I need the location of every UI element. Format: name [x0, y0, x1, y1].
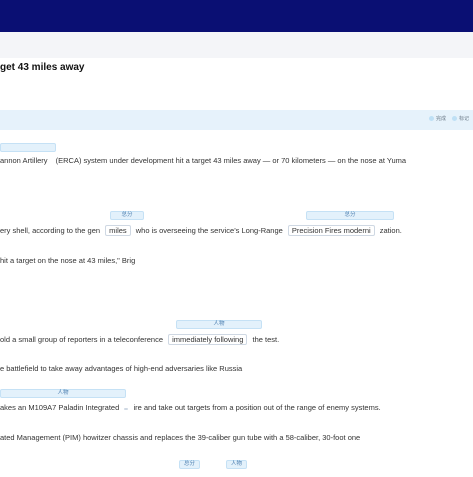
top-navigation-bar: [0, 0, 473, 32]
legend-dot-icon: [451, 116, 457, 121]
footer-tags: 总分 人物: [179, 460, 248, 469]
article-title: get 43 miles away: [0, 62, 85, 73]
legend-label: 完成: [435, 116, 446, 122]
highlight-box[interactable]: [124, 408, 129, 410]
content-line: old a small group of reporters in a tele…: [0, 334, 280, 345]
content-line: akes an M109A7 Paladin Integrated ire an…: [0, 403, 381, 412]
legend-item-mark[interactable]: 标记: [451, 115, 469, 122]
highlight-box[interactable]: Precision Fires moderni: [287, 225, 375, 236]
legend-dot-icon: [428, 116, 434, 121]
highlight-box[interactable]: miles: [105, 225, 131, 236]
annotation-tag[interactable]: 人物: [176, 320, 262, 329]
highlight-box[interactable]: immediately following: [168, 334, 248, 345]
legend: 完成 标记: [428, 115, 469, 122]
annotation-tag[interactable]: 总分: [110, 211, 144, 220]
content-line: ery shell, according to the gen miles wh…: [0, 225, 402, 236]
content-line: ated Management (PIM) howitzer chassis a…: [0, 433, 361, 442]
content-line: hit a target on the nose at 43 miles," B…: [0, 256, 136, 265]
annotation-tag[interactable]: [0, 143, 56, 152]
annotation-tag[interactable]: 人物: [0, 389, 126, 398]
annotation-toolbar: 完成 标记: [0, 110, 473, 130]
annotation-tag[interactable]: 人物: [226, 460, 248, 469]
title-strip: [0, 32, 473, 58]
content-line: annon Artillery (ERCA) system under deve…: [0, 156, 407, 165]
legend-item-done[interactable]: 完成: [428, 115, 446, 122]
annotation-tag[interactable]: 总分: [179, 460, 201, 469]
content-line: e battlefield to take away advantages of…: [0, 364, 243, 373]
annotation-tag[interactable]: 总分: [306, 211, 394, 220]
legend-label: 标记: [458, 116, 469, 122]
